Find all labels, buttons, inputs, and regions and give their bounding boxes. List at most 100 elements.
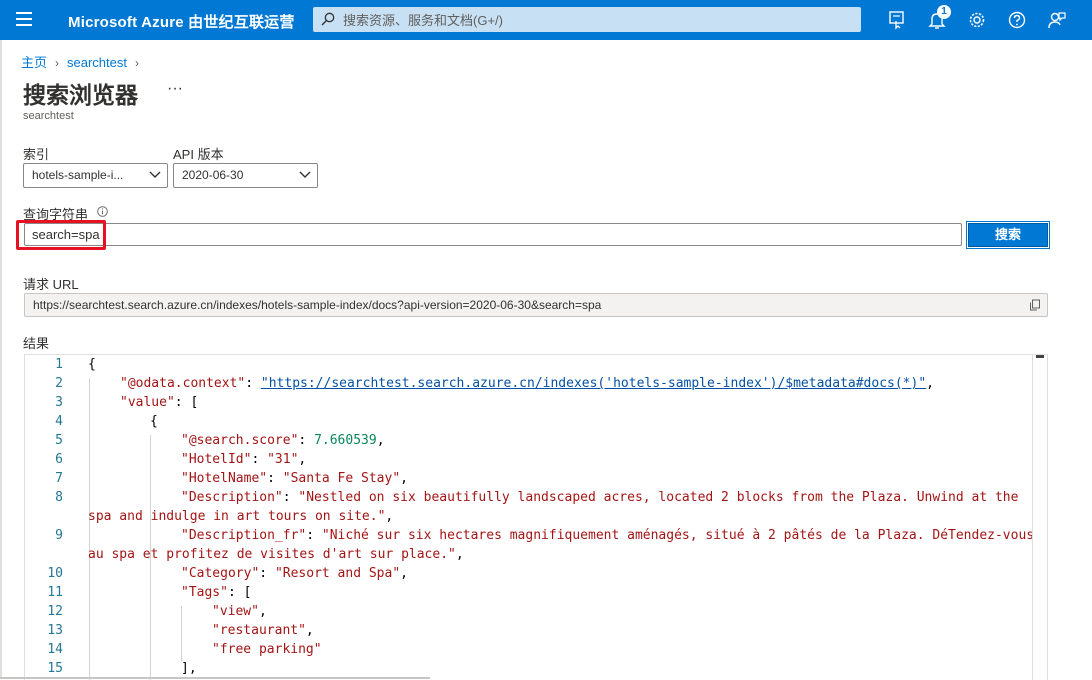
- results-scrollbar[interactable]: [1032, 355, 1047, 680]
- json-sep: :: [245, 376, 261, 391]
- code-line: {: [88, 357, 96, 372]
- json-string-value: "restaurant": [212, 623, 306, 638]
- json-sep: ,: [400, 566, 408, 581]
- line-number: 8: [55, 490, 63, 505]
- json-sep: :: [267, 471, 283, 486]
- json-sep: :: [259, 566, 275, 581]
- json-sep: :: [298, 433, 315, 448]
- global-search-box[interactable]: [313, 7, 861, 34]
- json-string-value: "31": [267, 452, 299, 467]
- code-line: "restaurant",: [212, 623, 314, 638]
- line-number: 12: [47, 604, 63, 619]
- line-number: 15: [47, 661, 63, 676]
- json-key: "Description": [181, 490, 283, 505]
- json-string-value: "Resort and Spa": [274, 566, 401, 581]
- feedback-portal-icon[interactable]: [887, 10, 907, 30]
- scroll-position-marker: [1036, 355, 1044, 358]
- json-key: "Category": [181, 566, 260, 581]
- json-sep: ,: [305, 623, 314, 638]
- code-line: ],: [181, 661, 197, 676]
- json-string-value: "view": [212, 604, 259, 619]
- hamburger-menu-icon[interactable]: [16, 12, 32, 28]
- breadcrumb: 主页 › searchtest ›: [21, 52, 147, 71]
- top-navigation-bar: Microsoft Azure 由世纪互联运营 1: [0, 0, 1092, 40]
- results-label: 结果: [23, 336, 50, 351]
- more-options-button[interactable]: ···: [167, 80, 183, 98]
- global-search-input[interactable]: [341, 7, 845, 34]
- json-string-value: "Nestled on six beautifully landscaped a…: [298, 490, 1019, 505]
- api-version-dropdown[interactable]: 2020-06-30: [173, 163, 318, 188]
- chevron-down-icon: [149, 171, 161, 178]
- user-feedback-icon[interactable]: [1047, 10, 1067, 30]
- line-number: 9: [55, 528, 63, 543]
- index-dropdown[interactable]: hotels-sample-i...: [23, 163, 168, 188]
- api-version-label: API 版本: [173, 147, 224, 162]
- line-number: 6: [55, 452, 63, 467]
- index-label: 索引: [23, 147, 50, 162]
- code-line: "Category": "Resort and Spa",: [181, 566, 408, 581]
- json-sep: ,: [385, 509, 394, 524]
- settings-gear-icon[interactable]: [967, 10, 987, 30]
- indent-guide: [89, 378, 90, 680]
- json-sep: ,: [258, 604, 267, 619]
- indent-guide: [181, 606, 182, 661]
- json-key: "@search.score": [181, 433, 299, 448]
- json-sep: ,: [926, 376, 934, 391]
- line-number: 13: [47, 623, 63, 638]
- json-key: "HotelName": [181, 471, 268, 486]
- query-string-field[interactable]: [24, 223, 962, 246]
- json-sep: : [: [174, 395, 199, 410]
- chevron-right-icon: ›: [135, 56, 139, 70]
- code-line: "@odata.context": "https://searchtest.se…: [120, 376, 934, 391]
- query-string-label: 查询字符串: [23, 207, 89, 222]
- json-sep: ,: [455, 547, 464, 562]
- code-line-wrap: au spa et profitez de visites d'art sur …: [88, 547, 464, 562]
- request-url-field[interactable]: https://searchtest.search.azure.cn/index…: [24, 293, 1048, 317]
- page-title: 搜索浏览器: [23, 82, 138, 108]
- api-version-dropdown-value: 2020-06-30: [182, 168, 244, 182]
- help-question-icon[interactable]: [1007, 10, 1027, 30]
- results-code-editor[interactable]: 1 2 3 4 5 6 7 8 9 10 11 12 13 14 15 { "@odata.context"…: [24, 354, 1048, 680]
- json-sep: : [: [227, 585, 252, 600]
- json-sep: :: [251, 452, 268, 467]
- line-number: 2: [55, 376, 63, 391]
- left-edge-divider: [0, 40, 2, 679]
- code-line-wrap: spa and indulge in art tours on site.",: [88, 509, 393, 524]
- json-link-value[interactable]: "https://searchtest.search.azure.cn/inde…: [261, 376, 926, 391]
- search-button[interactable]: 搜索: [966, 221, 1050, 249]
- breadcrumb-home-link[interactable]: 主页: [21, 55, 47, 70]
- line-number: 4: [55, 414, 63, 429]
- line-number: 1: [55, 357, 63, 372]
- line-number: 10: [47, 566, 63, 581]
- info-icon[interactable]: [97, 206, 108, 217]
- code-line: "view",: [212, 604, 267, 619]
- json-string-value: "Santa Fe Stay": [282, 471, 401, 486]
- breadcrumb-current-link[interactable]: searchtest: [67, 55, 127, 70]
- query-string-input[interactable]: [32, 225, 932, 244]
- code-line: {: [150, 414, 158, 429]
- json-string-value: au spa et profitez de visites d'art sur …: [88, 547, 456, 562]
- chevron-right-icon: ›: [55, 56, 60, 70]
- code-line: "free parking": [212, 642, 322, 657]
- request-url-label: 请求 URL: [23, 277, 79, 292]
- code-line: "HotelName": "Santa Fe Stay",: [181, 471, 408, 486]
- line-number: 7: [55, 471, 63, 486]
- copy-icon[interactable]: [1029, 299, 1041, 311]
- json-string-value: "free parking": [212, 642, 322, 657]
- json-sep: :: [282, 490, 299, 505]
- json-sep: :: [306, 528, 322, 543]
- json-string-value: "Niché sur six hectares magnifiquement a…: [321, 528, 1035, 543]
- json-key: "Tags": [181, 585, 228, 600]
- brand-title[interactable]: Microsoft Azure 由世纪互联运营: [68, 11, 295, 32]
- search-icon: [321, 12, 335, 26]
- code-line: "Description": "Nestled on six beautiful…: [181, 490, 1018, 505]
- line-number: 11: [47, 585, 63, 600]
- json-key: "Description_fr": [181, 528, 307, 543]
- line-number: 14: [47, 642, 63, 657]
- line-number: 3: [55, 395, 63, 410]
- json-key: "value": [120, 395, 175, 410]
- json-sep: ,: [376, 433, 385, 448]
- page-subtitle: searchtest: [23, 110, 74, 122]
- json-string-value: spa and indulge in art tours on site.": [88, 509, 386, 524]
- json-key: "HotelId": [181, 452, 252, 467]
